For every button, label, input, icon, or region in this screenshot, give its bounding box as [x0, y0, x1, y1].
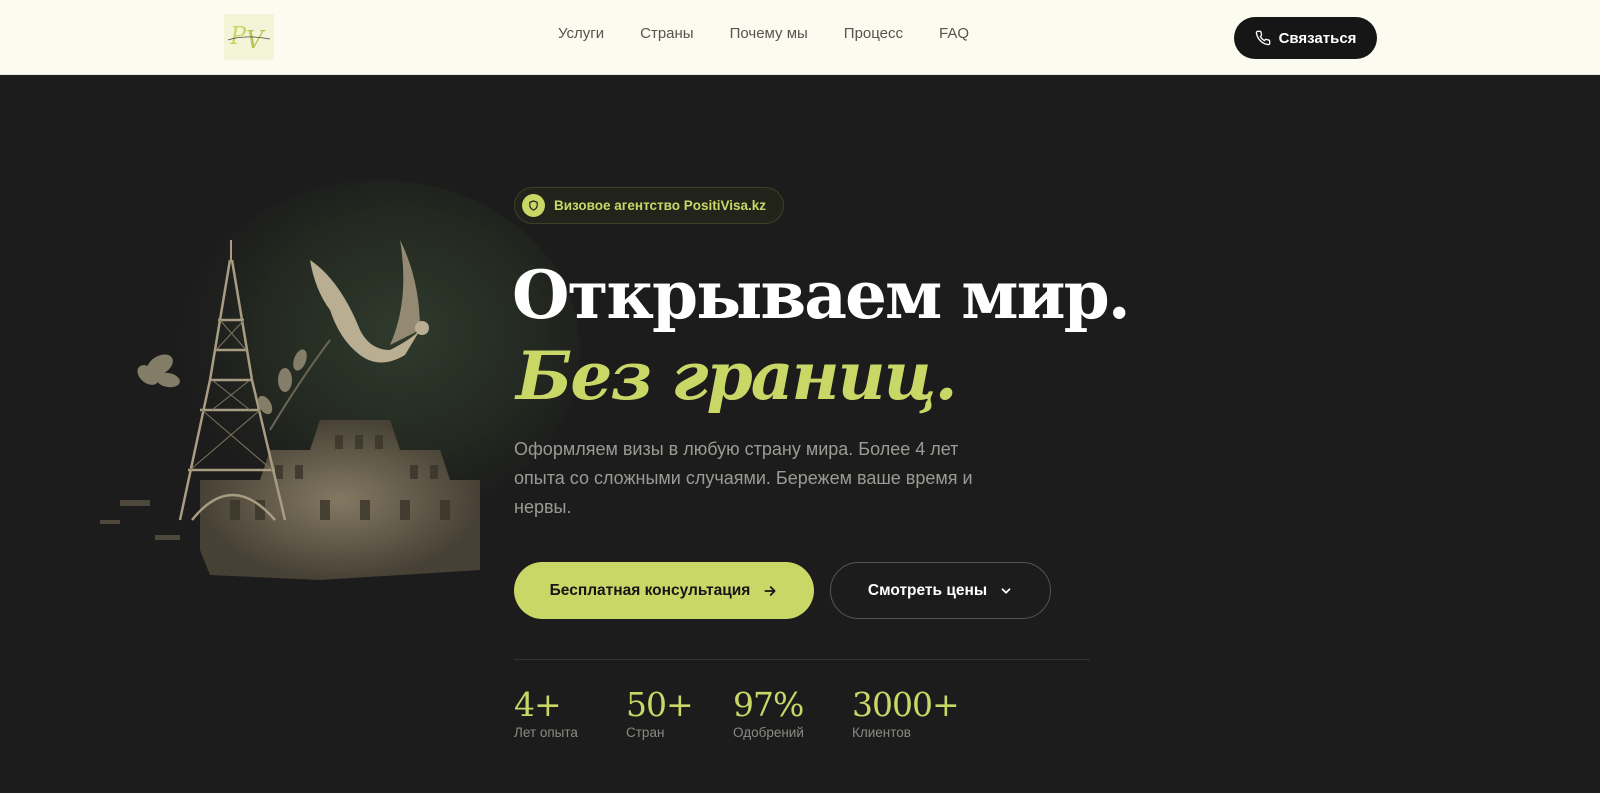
contact-button[interactable]: Связаться	[1234, 17, 1377, 59]
site-header: P V Услуги Страны Почему мы Процесс FAQ …	[0, 0, 1600, 75]
stat-value: 97%	[733, 685, 804, 724]
stat-years: 4+ Лет опыта	[514, 685, 578, 740]
arrow-right-icon	[764, 585, 776, 596]
agency-badge: Визовое агентство PositiVisa.kz	[514, 187, 784, 224]
stat-approvals: 97% Одобрений	[733, 685, 804, 740]
logo-icon[interactable]: P V	[224, 14, 274, 60]
nav-item-services[interactable]: Услуги	[558, 24, 604, 44]
agency-badge-label: Визовое агентство PositiVisa.kz	[554, 198, 767, 213]
stat-value: 50+	[626, 685, 694, 724]
svg-text:P: P	[229, 22, 247, 50]
shield-icon-wrap	[522, 194, 545, 217]
svg-text:V: V	[246, 26, 266, 54]
hero-title-line2: Без границ.	[516, 337, 958, 415]
stat-label: Лет опыта	[514, 725, 578, 740]
stats-divider	[514, 659, 1090, 660]
nav-item-process[interactable]: Процесс	[844, 24, 903, 44]
free-consultation-label: Бесплатная консультация	[549, 581, 751, 599]
chevron-down-icon	[1001, 587, 1011, 594]
hero-title-line1: Открываем мир.	[512, 256, 1131, 334]
stat-label: Одобрений	[733, 725, 804, 740]
stat-countries: 50+ Стран	[626, 685, 694, 740]
view-prices-button[interactable]: Смотреть цены	[830, 562, 1051, 619]
hero-description: Оформляем визы в любую страну мира. Боле…	[514, 439, 973, 517]
shield-icon	[529, 200, 538, 211]
main-nav: Услуги Страны Почему мы Процесс FAQ	[558, 24, 1005, 44]
phone-icon	[1255, 30, 1270, 46]
stat-value: 3000+	[852, 685, 960, 724]
nav-item-countries[interactable]: Страны	[640, 24, 693, 44]
stat-value: 4+	[514, 685, 562, 724]
nav-item-faq[interactable]: FAQ	[939, 24, 969, 44]
stat-label: Клиентов	[852, 725, 911, 740]
contact-button-label: Связаться	[1278, 29, 1357, 47]
stat-label: Стран	[626, 725, 665, 740]
free-consultation-button[interactable]: Бесплатная консультация	[514, 562, 814, 619]
stat-clients: 3000+ Клиентов	[852, 685, 960, 740]
nav-item-why-us[interactable]: Почему мы	[730, 24, 808, 44]
view-prices-label: Смотреть цены	[867, 581, 988, 599]
